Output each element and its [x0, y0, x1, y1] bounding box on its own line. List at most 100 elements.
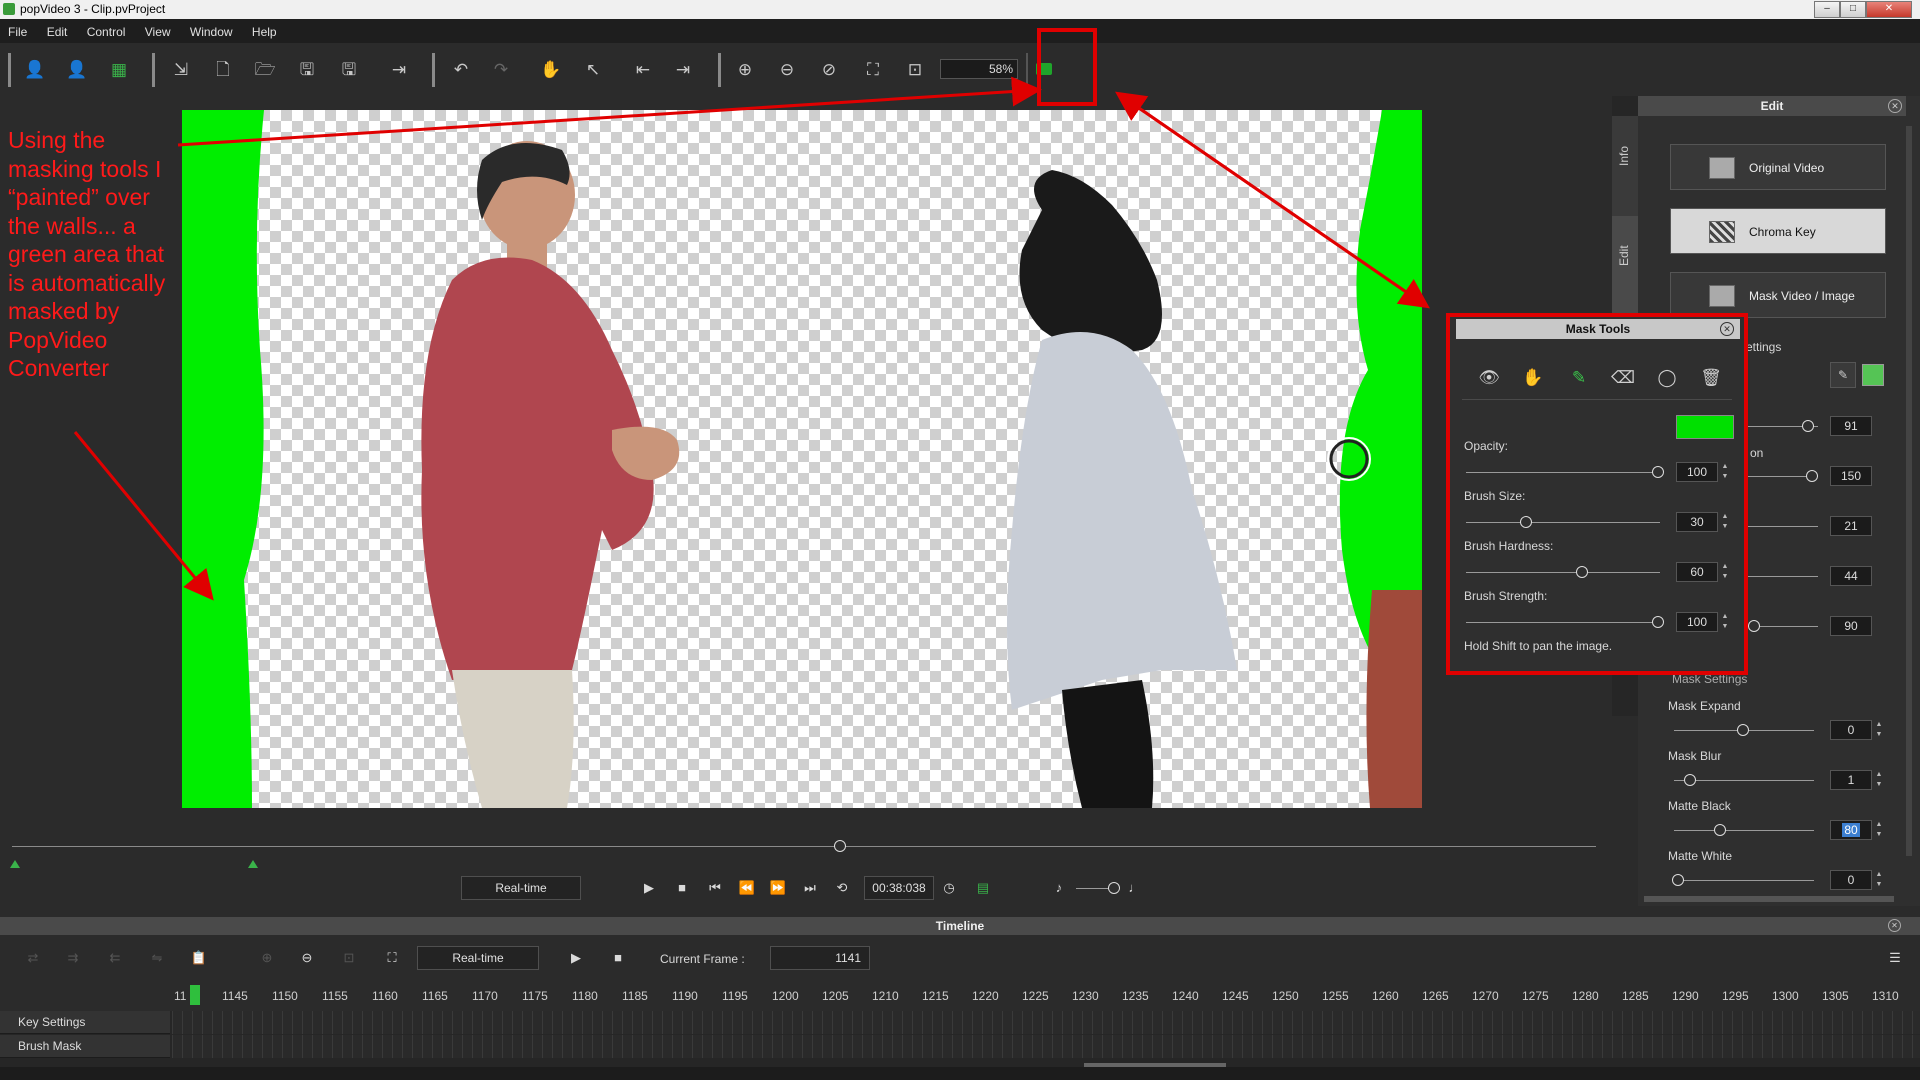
tab-edit[interactable]: Edit — [1612, 216, 1638, 326]
chroma-key-button[interactable]: Chroma Key — [1670, 208, 1886, 254]
matte-white-stepper[interactable]: ▲ ▼ — [1874, 870, 1884, 890]
ruler-tick-label: 1260 — [1372, 989, 1399, 1003]
add-key-icon[interactable]: ⇉ — [62, 947, 84, 969]
key-slider-4[interactable] — [1748, 576, 1818, 577]
loop-icon[interactable]: ⟲ — [831, 877, 853, 899]
track-row[interactable]: Key Settings — [0, 1011, 1920, 1035]
timeline-realtime-button[interactable]: Real-time — [417, 946, 539, 970]
brush-color-swatch[interactable] — [1676, 415, 1734, 439]
edit-panel-hscrollbar[interactable] — [1644, 896, 1894, 902]
lasso-icon[interactable]: ◯ — [1654, 365, 1680, 391]
insert-key-icon[interactable]: ⇄ — [22, 947, 44, 969]
matte-black-slider[interactable] — [1674, 824, 1814, 836]
step-forward-icon[interactable]: ⏩ — [767, 877, 789, 899]
speed-slider[interactable] — [1076, 882, 1120, 894]
go-to-end-icon[interactable]: ⏭ — [799, 877, 821, 899]
timecode-field[interactable]: 00:38:038 — [864, 876, 934, 900]
hand-icon[interactable]: ✋ — [1520, 365, 1546, 391]
key-value-3[interactable]: 21 — [1830, 516, 1872, 536]
original-video-button[interactable]: Original Video — [1670, 144, 1886, 190]
eye-icon[interactable]: 👁 — [1476, 365, 1502, 391]
matte-white-value[interactable]: 0 — [1830, 870, 1872, 890]
stop-icon[interactable]: ■ — [671, 877, 693, 899]
timeline-zoom-out-icon[interactable]: ⊖ — [296, 947, 318, 969]
opacity-value[interactable]: 100 — [1676, 462, 1718, 482]
realtime-mode-button[interactable]: Real-time — [461, 876, 581, 900]
timeline-zoom-in-icon[interactable]: ⊕ — [256, 947, 278, 969]
key-value-1[interactable]: 91 — [1830, 416, 1872, 436]
ruler-tick-label: 1285 — [1622, 989, 1649, 1003]
paste-key-icon[interactable]: 📋 — [188, 947, 210, 969]
close-icon[interactable]: ✕ — [1888, 99, 1902, 113]
close-icon[interactable]: ✕ — [1888, 919, 1901, 932]
key-color-swatch[interactable] — [1862, 364, 1884, 386]
timeline-ruler[interactable]: 11 1145 1150 1155 1160 1165 1170 1175 1180 1185 11… — [172, 981, 1920, 1011]
video-scrubber-track[interactable] — [12, 840, 1596, 852]
timeline-playhead[interactable] — [190, 985, 200, 1005]
timeline-fit-icon[interactable]: ⊡ — [338, 947, 360, 969]
remove-key-icon[interactable]: ⇇ — [104, 947, 126, 969]
opacity-stepper[interactable]: ▲ ▼ — [1720, 462, 1730, 482]
close-icon[interactable]: ✕ — [1720, 322, 1734, 336]
ruler-tick-label: 1225 — [1022, 989, 1049, 1003]
go-to-start-icon[interactable]: ⏮ — [704, 877, 726, 899]
eraser-icon[interactable]: ⌫ — [1610, 365, 1636, 391]
step-back-icon[interactable]: ⏪ — [736, 877, 758, 899]
key-slider-3[interactable] — [1748, 526, 1818, 527]
matte-black-stepper[interactable]: ▲ ▼ — [1874, 820, 1884, 840]
ruler-tick-label: 1305 — [1822, 989, 1849, 1003]
trash-icon[interactable]: 🗑 — [1698, 365, 1724, 391]
matte-black-value[interactable]: 80 — [1830, 820, 1872, 840]
mask-blur-slider[interactable] — [1674, 774, 1814, 786]
eyedropper-icon[interactable]: ✎ — [1830, 362, 1856, 388]
opacity-slider[interactable] — [1466, 466, 1664, 478]
ruler-tick-label: 1280 — [1572, 989, 1599, 1003]
brush-strength-stepper[interactable]: ▲ ▼ — [1720, 612, 1730, 632]
brush-size-stepper[interactable]: ▲ ▼ — [1720, 512, 1730, 532]
brush-hardness-slider[interactable] — [1466, 566, 1660, 578]
mask-blur-value[interactable]: 1 — [1830, 770, 1872, 790]
track-body[interactable] — [172, 1011, 1920, 1034]
key-value-4[interactable]: 44 — [1830, 566, 1872, 586]
brush-icon[interactable]: ✎ — [1566, 365, 1592, 391]
transition-key-icon[interactable]: ⇋ — [146, 947, 168, 969]
play-icon[interactable]: ▶ — [638, 877, 660, 899]
mask-expand-stepper[interactable]: ▲ ▼ — [1874, 720, 1884, 740]
fast-speed-icon[interactable]: ♩ — [1124, 877, 1146, 899]
tab-info[interactable]: Info — [1612, 116, 1638, 226]
timeline-settings-icon[interactable]: ☰ — [1884, 947, 1906, 969]
timeline-stop-icon[interactable]: ■ — [607, 947, 629, 969]
key-value-5[interactable]: 90 — [1830, 616, 1872, 636]
preview-list-icon[interactable]: ▤ — [972, 877, 994, 899]
in-marker-icon[interactable] — [10, 860, 20, 868]
brush-strength-value[interactable]: 100 — [1676, 612, 1718, 632]
matte-white-slider[interactable] — [1672, 874, 1814, 886]
key-value-2[interactable]: 150 — [1830, 466, 1872, 486]
brush-hardness-stepper[interactable]: ▲ ▼ — [1720, 562, 1730, 582]
chroma-key-icon — [1709, 221, 1735, 243]
timeline-fullscreen-icon[interactable]: ⛶ — [381, 947, 403, 969]
mask-blur-stepper[interactable]: ▲ ▼ — [1874, 770, 1884, 790]
key-slider-1[interactable] — [1748, 420, 1818, 432]
brush-strength-slider[interactable] — [1466, 616, 1664, 628]
out-marker-icon[interactable] — [248, 860, 258, 868]
clock-icon[interactable]: ◷ — [938, 877, 960, 899]
key-slider-5[interactable] — [1748, 620, 1818, 632]
slow-speed-icon[interactable]: ♪ — [1048, 877, 1070, 899]
mask-tools-dialog: Mask Tools ✕ 👁 ✋ ✎ ⌫ ◯ 🗑 Opacity: 100 ▲ ▼… — [1446, 313, 1748, 675]
matte-white-label: Matte White — [1668, 849, 1733, 863]
current-frame-field[interactable]: 1141 — [770, 946, 870, 970]
mask-video-image-button[interactable]: Mask Video / Image — [1670, 272, 1886, 318]
track-row[interactable]: Brush Mask — [0, 1035, 1920, 1059]
mask-expand-value[interactable]: 0 — [1830, 720, 1872, 740]
timeline-play-icon[interactable]: ▶ — [565, 947, 587, 969]
ruler-tick-label: 1155 — [322, 989, 348, 1003]
track-body[interactable] — [172, 1035, 1920, 1058]
edit-panel-scrollbar[interactable] — [1906, 126, 1912, 856]
mask-expand-slider[interactable] — [1674, 724, 1814, 736]
scrubber-knob[interactable] — [834, 840, 846, 852]
brush-size-slider[interactable] — [1466, 516, 1660, 528]
brush-size-value[interactable]: 30 — [1676, 512, 1718, 532]
key-slider-2[interactable] — [1748, 470, 1818, 482]
brush-hardness-value[interactable]: 60 — [1676, 562, 1718, 582]
